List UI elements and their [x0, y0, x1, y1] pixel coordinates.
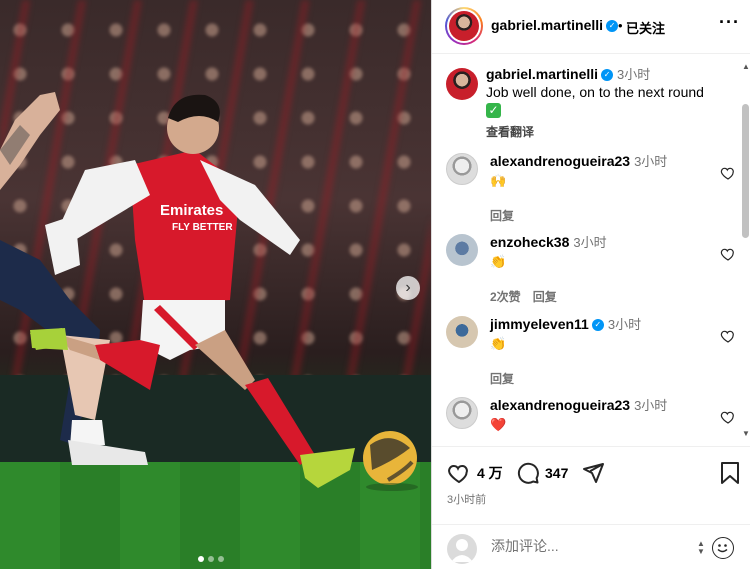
like-comment-heart-icon[interactable]: [720, 165, 736, 181]
more-options-icon[interactable]: ···: [719, 12, 740, 33]
comment-text: 👏: [490, 254, 507, 269]
reply-button[interactable]: 回复: [490, 372, 514, 386]
comment-item: alexandrenogueira23 3小时 🙌 回复: [446, 153, 736, 224]
comment-bubble-icon[interactable]: [516, 461, 540, 485]
caption-text: Job well done, on to the next round: [486, 84, 704, 100]
comment-username[interactable]: alexandrenogueira23: [490, 153, 630, 169]
comment-item: alexandrenogueira23 3小时 ❤️: [446, 397, 736, 433]
share-action[interactable]: [581, 461, 605, 485]
post-timestamp[interactable]: 3小时前: [447, 491, 486, 507]
bookmark-icon[interactable]: [719, 461, 741, 485]
comment-likes-count[interactable]: 2次赞: [490, 290, 521, 304]
current-user-avatar-icon: [447, 534, 477, 564]
comment-action[interactable]: 347: [516, 461, 568, 485]
share-paper-plane-icon[interactable]: [581, 461, 605, 485]
like-comment-heart-icon[interactable]: [720, 246, 736, 262]
verified-badge-icon: ✓: [606, 20, 619, 33]
comment-username[interactable]: jimmyeleven11: [490, 316, 589, 332]
scroll-down-arrow-icon[interactable]: ▼: [742, 429, 750, 438]
svg-text:FLY BETTER: FLY BETTER: [172, 222, 233, 233]
author-username[interactable]: gabriel.martinelli ✓: [491, 17, 619, 33]
comment-avatar[interactable]: [446, 234, 478, 266]
comment-avatar[interactable]: [446, 316, 478, 348]
verified-badge-icon: ✓: [601, 69, 614, 82]
comment-username[interactable]: enzoheck38: [490, 234, 569, 250]
like-comment-heart-icon[interactable]: [720, 409, 736, 425]
comment-avatar[interactable]: [446, 397, 478, 429]
comment-time[interactable]: 3小时: [634, 154, 667, 169]
comment-count[interactable]: 347: [545, 465, 568, 481]
following-button[interactable]: 已关注: [626, 18, 665, 37]
player-illustration: Emirates FLY BETTER: [0, 92, 418, 491]
verified-badge-icon: ✓: [591, 319, 604, 332]
comment-time[interactable]: 3小时: [608, 317, 641, 332]
carousel-indicator: [198, 556, 224, 562]
author-username-text[interactable]: gabriel.martinelli: [491, 17, 603, 33]
input-spinner-icon[interactable]: ▲ ▼: [697, 540, 705, 556]
add-comment-input[interactable]: [491, 538, 691, 554]
carousel-dot: [208, 556, 214, 562]
caption-username[interactable]: gabriel.martinelli: [486, 66, 598, 82]
post-header: gabriel.martinelli ✓ • 已关注 ···: [432, 0, 750, 54]
comment-text: 🙌: [490, 173, 507, 188]
author-avatar[interactable]: [449, 11, 479, 41]
comment-text: 👏: [490, 336, 507, 351]
svg-text:Emirates: Emirates: [160, 202, 223, 219]
like-comment-heart-icon[interactable]: [720, 328, 736, 344]
emoji-picker-icon[interactable]: [712, 537, 734, 559]
comment-text: ❤️: [490, 417, 507, 432]
carousel-next-button[interactable]: ›: [396, 276, 420, 300]
see-translation-link[interactable]: 查看翻译: [486, 123, 736, 140]
comment-username[interactable]: alexandrenogueira23: [490, 397, 630, 413]
post-photo[interactable]: Emirates FLY BETTER ›: [0, 0, 431, 569]
save-action[interactable]: [719, 461, 741, 485]
caption-time[interactable]: 3小时: [617, 67, 650, 82]
check-emoji-icon: ✓: [486, 103, 501, 118]
caption-avatar[interactable]: [446, 68, 478, 100]
carousel-dot: [198, 556, 204, 562]
author-story-ring[interactable]: [445, 7, 483, 45]
comments-scrollbar[interactable]: ▲ ▼: [741, 62, 750, 438]
comment-time[interactable]: 3小时: [573, 235, 606, 250]
scrollbar-thumb[interactable]: [742, 104, 749, 238]
post-actions-bar: 4 万 347 3小时前: [432, 446, 750, 524]
header-separator: •: [618, 18, 623, 33]
heart-icon[interactable]: [447, 461, 471, 485]
carousel-dot: [218, 556, 224, 562]
chevron-right-icon: ›: [405, 279, 411, 296]
like-action[interactable]: 4 万: [447, 461, 503, 485]
post-side-panel: gabriel.martinelli ✓ • 已关注 ··· gabriel.ma…: [431, 0, 750, 569]
comment-item: enzoheck38 3小时 👏 2次赞 回复: [446, 234, 736, 305]
reply-button[interactable]: 回复: [490, 209, 514, 223]
comments-list[interactable]: gabriel.martinelli ✓ 3小时 Job well done, on…: [432, 54, 741, 446]
comment-item: jimmyeleven11 ✓ 3小时 👏 回复: [446, 316, 736, 387]
post-caption: gabriel.martinelli ✓ 3小时 Job well done, on…: [446, 66, 736, 140]
reply-button[interactable]: 回复: [533, 290, 557, 304]
add-comment-bar: ▲▼: [432, 524, 750, 569]
like-count[interactable]: 4 万: [477, 463, 503, 483]
comment-avatar[interactable]: [446, 153, 478, 185]
comment-time[interactable]: 3小时: [634, 398, 667, 413]
scroll-up-arrow-icon[interactable]: ▲: [742, 62, 750, 71]
